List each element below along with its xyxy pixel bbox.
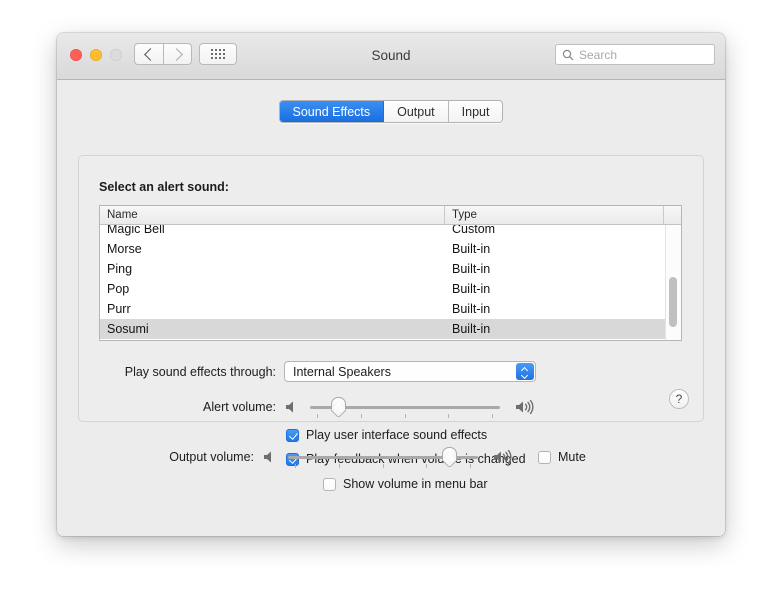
output-volume-label: Output volume: bbox=[169, 450, 254, 464]
alert-sound-table[interactable]: Name Type Magic Bell Custom Morse Built-… bbox=[99, 205, 682, 341]
tab-input[interactable]: Input bbox=[448, 101, 503, 122]
cell-type: Built-in bbox=[452, 302, 491, 316]
cell-type: Built-in bbox=[452, 262, 491, 276]
checkbox-ui-sounds-label: Play user interface sound effects bbox=[306, 428, 488, 442]
checkbox-ui-sounds-row[interactable]: Play user interface sound effects bbox=[286, 428, 487, 442]
chevron-updown-icon[interactable] bbox=[516, 363, 534, 380]
sound-effects-panel: Select an alert sound: Name Type Magic B… bbox=[78, 155, 704, 466]
alert-volume-thumb[interactable] bbox=[331, 397, 346, 411]
tab-sound-effects[interactable]: Sound Effects bbox=[279, 101, 385, 122]
cell-name: Sosumi bbox=[107, 322, 149, 336]
output-device-label: Play sound effects through: bbox=[124, 364, 276, 379]
checkbox-ui-sounds[interactable] bbox=[286, 428, 299, 442]
cell-name: Ping bbox=[107, 262, 133, 276]
speaker-muted-icon bbox=[286, 401, 293, 413]
checkbox-mute-row[interactable]: Mute bbox=[538, 450, 586, 464]
speaker-loud-icon bbox=[494, 449, 512, 465]
cell-type: Built-in bbox=[452, 322, 491, 336]
checkbox-mute-label: Mute bbox=[558, 450, 586, 464]
column-header-type[interactable]: Type bbox=[445, 206, 664, 224]
cell-name: Pop bbox=[107, 282, 130, 296]
search-icon bbox=[562, 49, 574, 60]
table-row[interactable]: Magic Bell Custom bbox=[100, 225, 681, 239]
table-row[interactable]: Ping Built-in bbox=[100, 259, 681, 279]
output-device-popup[interactable]: Internal Speakers bbox=[284, 361, 536, 382]
window-titlebar: Sound bbox=[57, 33, 725, 80]
output-volume-thumb[interactable] bbox=[442, 447, 457, 461]
table-scrollbar[interactable] bbox=[665, 225, 681, 340]
output-volume-slider[interactable] bbox=[288, 446, 478, 468]
speaker-muted-icon bbox=[264, 451, 271, 463]
output-device-value: Internal Speakers bbox=[293, 364, 391, 379]
cell-name: Morse bbox=[107, 242, 142, 256]
output-device-row: Play sound effects through: Internal Spe… bbox=[79, 361, 703, 382]
alert-volume-label: Alert volume: bbox=[203, 400, 276, 414]
search-input[interactable] bbox=[579, 47, 699, 62]
table-body: Magic Bell Custom Morse Built-in Ping Bu… bbox=[100, 225, 681, 339]
cell-type: Custom bbox=[452, 225, 496, 236]
column-header-spacer bbox=[664, 206, 681, 224]
checkbox-show-volume-menubar-label: Show volume in menu bar bbox=[343, 477, 488, 491]
search-field[interactable] bbox=[555, 44, 715, 65]
cell-type: Built-in bbox=[452, 282, 491, 296]
table-scrollbar-thumb[interactable] bbox=[669, 277, 677, 327]
window-content: Sound Effects Output Input Select an ale… bbox=[57, 80, 725, 536]
cell-name: Purr bbox=[107, 302, 131, 316]
output-volume-row: Output volume: Mute bbox=[57, 446, 725, 468]
alert-volume-ticks bbox=[310, 414, 500, 419]
column-header-name[interactable]: Name bbox=[100, 206, 445, 224]
alert-volume-slider[interactable] bbox=[310, 396, 500, 418]
output-volume-ticks bbox=[288, 464, 478, 469]
tab-output[interactable]: Output bbox=[384, 101, 449, 122]
alert-volume-row: Alert volume: bbox=[79, 396, 703, 418]
table-row[interactable]: Morse Built-in bbox=[100, 239, 681, 259]
table-body-viewport: Magic Bell Custom Morse Built-in Ping Bu… bbox=[100, 225, 681, 340]
speaker-loud-icon bbox=[516, 399, 534, 415]
sound-preferences-window: Sound Sound Effects Output Input Select … bbox=[57, 33, 725, 536]
alert-sound-heading: Select an alert sound: bbox=[99, 180, 229, 194]
cell-type: Built-in bbox=[452, 242, 491, 256]
table-header-row: Name Type bbox=[100, 206, 681, 225]
checkbox-mute[interactable] bbox=[538, 450, 551, 464]
table-row[interactable]: Pop Built-in bbox=[100, 279, 681, 299]
cell-name: Magic Bell bbox=[107, 225, 165, 236]
tab-bar: Sound Effects Output Input bbox=[57, 100, 725, 123]
checkbox-show-volume-menubar[interactable] bbox=[323, 477, 336, 491]
checkbox-menubar-row[interactable]: Show volume in menu bar bbox=[323, 477, 488, 491]
table-row[interactable]: Purr Built-in bbox=[100, 299, 681, 319]
table-row-selected[interactable]: Sosumi Built-in bbox=[100, 319, 681, 339]
help-button[interactable]: ? bbox=[669, 389, 689, 409]
